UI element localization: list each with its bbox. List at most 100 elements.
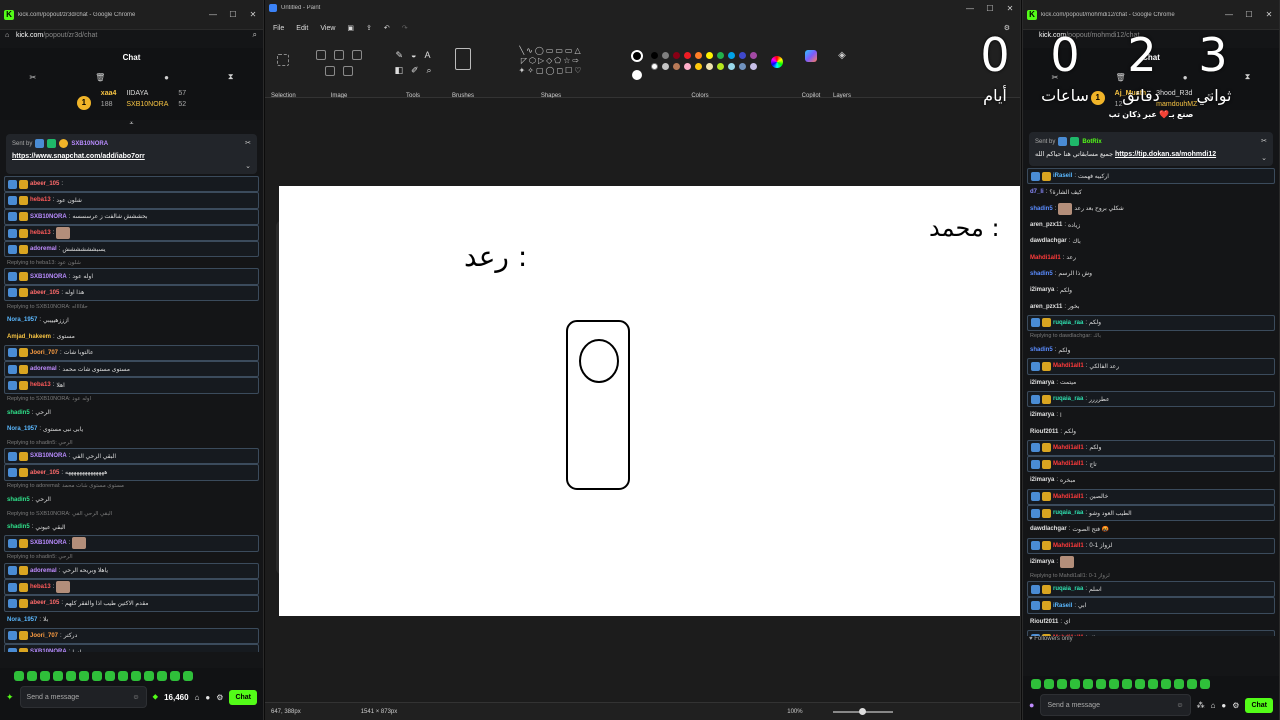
share-icon[interactable]: ⇪ xyxy=(366,24,372,32)
color-swatch[interactable] xyxy=(750,63,757,70)
username[interactable]: Nora_1957 xyxy=(7,317,37,323)
resize-icon[interactable] xyxy=(334,50,344,60)
color-swatch[interactable] xyxy=(651,52,658,59)
store-icon[interactable]: ⌂ xyxy=(195,693,200,702)
chat-message[interactable]: adoremal: مستوى مستوى شات محمد xyxy=(4,360,259,378)
username[interactable]: iRaseil xyxy=(1053,603,1072,609)
maximize-icon[interactable]: ☐ xyxy=(1239,10,1259,19)
layers-icon[interactable]: ◈ xyxy=(838,50,846,61)
color-swatch[interactable] xyxy=(662,63,669,70)
zoom-lens-icon[interactable]: ⌕ xyxy=(253,30,257,40)
username[interactable]: dawdlachgar xyxy=(1030,238,1067,244)
emote-quickbar[interactable] xyxy=(0,668,263,684)
site-info-icon[interactable]: ⌂ xyxy=(5,32,9,39)
username[interactable]: i2imarya xyxy=(1030,559,1054,565)
username[interactable]: abeer_105 xyxy=(30,290,59,296)
save-icon[interactable]: ▣ xyxy=(347,24,354,32)
username[interactable]: ruqaia_raa xyxy=(1053,396,1083,402)
chat-message[interactable]: Joori_707: دركتر xyxy=(4,627,259,645)
image-select-icon[interactable] xyxy=(325,66,335,76)
username[interactable]: adoremal xyxy=(30,366,57,372)
username[interactable]: Joori_707 xyxy=(30,350,58,356)
username[interactable]: Mahdi1all1 xyxy=(1030,255,1061,261)
reply-context[interactable]: Replying to SXB10NORA: اوله عود xyxy=(4,394,259,405)
microphone-icon[interactable]: ● xyxy=(1029,700,1034,710)
emoji-icon[interactable]: ☺ xyxy=(1176,702,1183,709)
chat-message[interactable]: adoremal: ياهلا وبريحه الرحي xyxy=(4,562,259,579)
selection-group[interactable]: Selection xyxy=(271,40,296,99)
close-icon[interactable]: ✕ xyxy=(1259,10,1279,19)
reply-context[interactable]: Replying to shadin5: الرحي xyxy=(4,552,259,563)
username[interactable]: Riouf2011 xyxy=(1030,429,1058,435)
points-icon[interactable]: ⁂ xyxy=(1197,701,1205,710)
username[interactable]: shadin5 xyxy=(1030,347,1053,353)
username[interactable]: Mahdi1all1 xyxy=(1053,363,1084,369)
chat-message[interactable]: i2imarya: ولكم xyxy=(1027,282,1275,298)
color-swatch[interactable] xyxy=(673,63,680,70)
minimize-icon[interactable]: — xyxy=(203,10,223,19)
username[interactable]: Mahdi1all1 xyxy=(1053,461,1084,467)
username[interactable]: SXB10NORA xyxy=(30,453,67,459)
close-icon[interactable]: ✕ xyxy=(243,10,263,19)
collapse-icon[interactable]: ⩡ xyxy=(0,120,263,128)
username[interactable]: SXB10NORA xyxy=(30,649,67,652)
username[interactable]: abeer_105 xyxy=(30,470,59,476)
chat-message[interactable]: abeer_105: هذا اوله xyxy=(4,284,259,302)
chat-message[interactable]: ruqaia_raa: ولكم xyxy=(1027,314,1275,331)
shapes-icon[interactable]: ╲∿◯▭▭▭△ ◸⬡▷◇⬠☆⇨ ✦✧▢◯◻☐♡ xyxy=(485,46,617,76)
reply-context[interactable]: Replying to SXB10NORA: البقي الرحي الفي xyxy=(4,508,259,519)
pin-icon[interactable]: ✂ xyxy=(245,139,251,147)
chat-message[interactable]: SXB10NORA: اوله عود xyxy=(4,268,259,285)
chat-message[interactable]: iRaseil: ابي xyxy=(1027,597,1275,614)
brushes-group[interactable]: Brushes xyxy=(449,40,477,99)
redo-icon[interactable]: ↷ xyxy=(402,24,408,32)
zoom-slider[interactable] xyxy=(832,707,893,715)
username[interactable]: heba13 xyxy=(30,230,51,236)
image-group[interactable]: Image xyxy=(309,40,369,99)
chat-message[interactable]: d7_li: كيف الشارة؟ xyxy=(1027,184,1275,200)
rotate-icon[interactable] xyxy=(352,50,362,60)
zoom-level[interactable]: 100% xyxy=(787,709,802,715)
chat-send-button[interactable]: Chat xyxy=(1245,697,1273,713)
chat-message[interactable]: aren_pzx11: زياده xyxy=(1027,217,1275,233)
username[interactable]: d7_li xyxy=(1030,189,1044,195)
chat-message[interactable]: Joori_707: عالتوبا شات xyxy=(4,344,259,361)
color-swatch[interactable] xyxy=(673,52,680,59)
username[interactable]: shadin5 xyxy=(7,497,30,503)
chat-message[interactable]: abeer_105: xyxy=(4,176,259,193)
color-swatch[interactable] xyxy=(695,63,702,70)
chat-bubble-icon[interactable]: ● xyxy=(1183,73,1188,82)
chat-message[interactable]: shadin5: ولكم xyxy=(1027,342,1275,358)
reply-context[interactable]: Replying to Mahdi1all1: لزواز 1-0 xyxy=(1027,570,1275,581)
chat-message[interactable]: i2imarya: xyxy=(1027,554,1275,570)
pinned-user[interactable]: SXB10NORA xyxy=(71,141,108,147)
color-swatch[interactable] xyxy=(651,63,658,70)
layers-group[interactable]: ◈ Layers xyxy=(827,40,857,99)
chat-message[interactable]: shadin5: البقي عيوني xyxy=(4,519,259,535)
chat-send-button[interactable]: Chat xyxy=(229,689,257,705)
username[interactable]: SXB10NORA xyxy=(30,274,67,280)
colors-group[interactable]: Colors xyxy=(625,40,783,99)
username[interactable]: abeer_105 xyxy=(30,600,59,606)
edit-colors-icon[interactable] xyxy=(771,56,783,68)
emoji-icon[interactable]: ☺ xyxy=(132,694,139,701)
color-swatch[interactable] xyxy=(728,63,735,70)
username[interactable]: shadin5 xyxy=(7,524,30,530)
username[interactable]: Mahdi1all1 xyxy=(1053,445,1084,451)
username[interactable]: Joori_707 xyxy=(30,633,58,639)
pin-icon[interactable]: ✂ xyxy=(1261,137,1267,145)
username[interactable]: heba13 xyxy=(30,197,51,203)
chat-message[interactable]: Riouf2011: اي xyxy=(1027,614,1275,630)
chat-message[interactable]: i2imarya: ا xyxy=(1027,407,1275,423)
chat-message[interactable]: SXB10NORA: xyxy=(4,535,259,552)
close-icon[interactable]: ✕ xyxy=(1000,4,1020,13)
username[interactable]: heba13 xyxy=(30,584,51,590)
secondary-color[interactable] xyxy=(632,70,642,80)
chat-message[interactable]: shadin5: الرحي xyxy=(4,405,259,421)
username[interactable]: i2imarya xyxy=(1030,477,1054,483)
sparkle-icon[interactable]: ✦ xyxy=(6,692,14,703)
chat-message[interactable]: i2imarya: ميتمت xyxy=(1027,375,1275,391)
chat-message[interactable]: SXB10NORA:مرادوا xyxy=(4,644,259,652)
right-message-list[interactable]: iRaseil: اركبيه فهمت d7_li: كيف الشارة؟ shad… xyxy=(1023,166,1279,636)
chat-message[interactable]: Riouf2011: ولكم xyxy=(1027,423,1275,439)
